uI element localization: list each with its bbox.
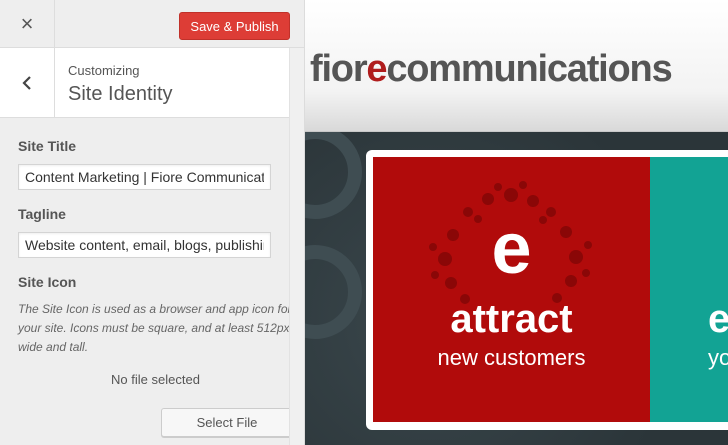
- no-file-text: No file selected: [111, 372, 200, 387]
- logo-text-2: communications: [386, 48, 672, 90]
- customizer-header: × Save & Publish: [0, 0, 304, 48]
- breadcrumb: Customizing: [68, 63, 140, 78]
- teal-e-letter: e: [708, 297, 728, 341]
- site-header: fiorecommunications: [305, 0, 728, 132]
- site-icon-label: Site Icon: [18, 274, 77, 290]
- site-icon-description: The Site Icon is used as a browser and a…: [18, 302, 292, 354]
- teal-panel[interactable]: e yo: [650, 157, 728, 422]
- site-preview[interactable]: fiorecommunications e attract new custom…: [305, 0, 728, 445]
- attract-subheading: new customers: [437, 345, 586, 370]
- attract-panel[interactable]: e attract new customers: [373, 157, 650, 422]
- close-button[interactable]: ×: [0, 0, 55, 48]
- e-cluster-graphic: [429, 181, 592, 304]
- sidebar-scrollbar[interactable]: [289, 48, 304, 445]
- customizer-sidebar: × Save & Publish Customizing Site Identi…: [0, 0, 305, 445]
- teal-subheading: yo: [708, 345, 728, 370]
- save-publish-button[interactable]: Save & Publish: [179, 12, 290, 40]
- back-button[interactable]: [0, 48, 55, 118]
- logo-text-1: fior: [310, 48, 368, 90]
- tagline-input[interactable]: [18, 232, 271, 258]
- site-logo[interactable]: fiorecommunications: [310, 48, 673, 91]
- chevron-left-icon: [22, 76, 31, 90]
- section-title: Site Identity: [68, 83, 173, 105]
- site-title-label: Site Title: [18, 138, 77, 154]
- logo-e: e: [366, 48, 387, 90]
- site-title-input[interactable]: [18, 164, 271, 190]
- tagline-label: Tagline: [18, 206, 66, 222]
- section-header: Customizing Site Identity: [0, 48, 289, 118]
- attract-heading: attract: [450, 297, 573, 341]
- attract-e-letter: e: [491, 209, 532, 289]
- select-file-button[interactable]: Select File: [161, 408, 293, 437]
- close-icon: ×: [20, 11, 34, 36]
